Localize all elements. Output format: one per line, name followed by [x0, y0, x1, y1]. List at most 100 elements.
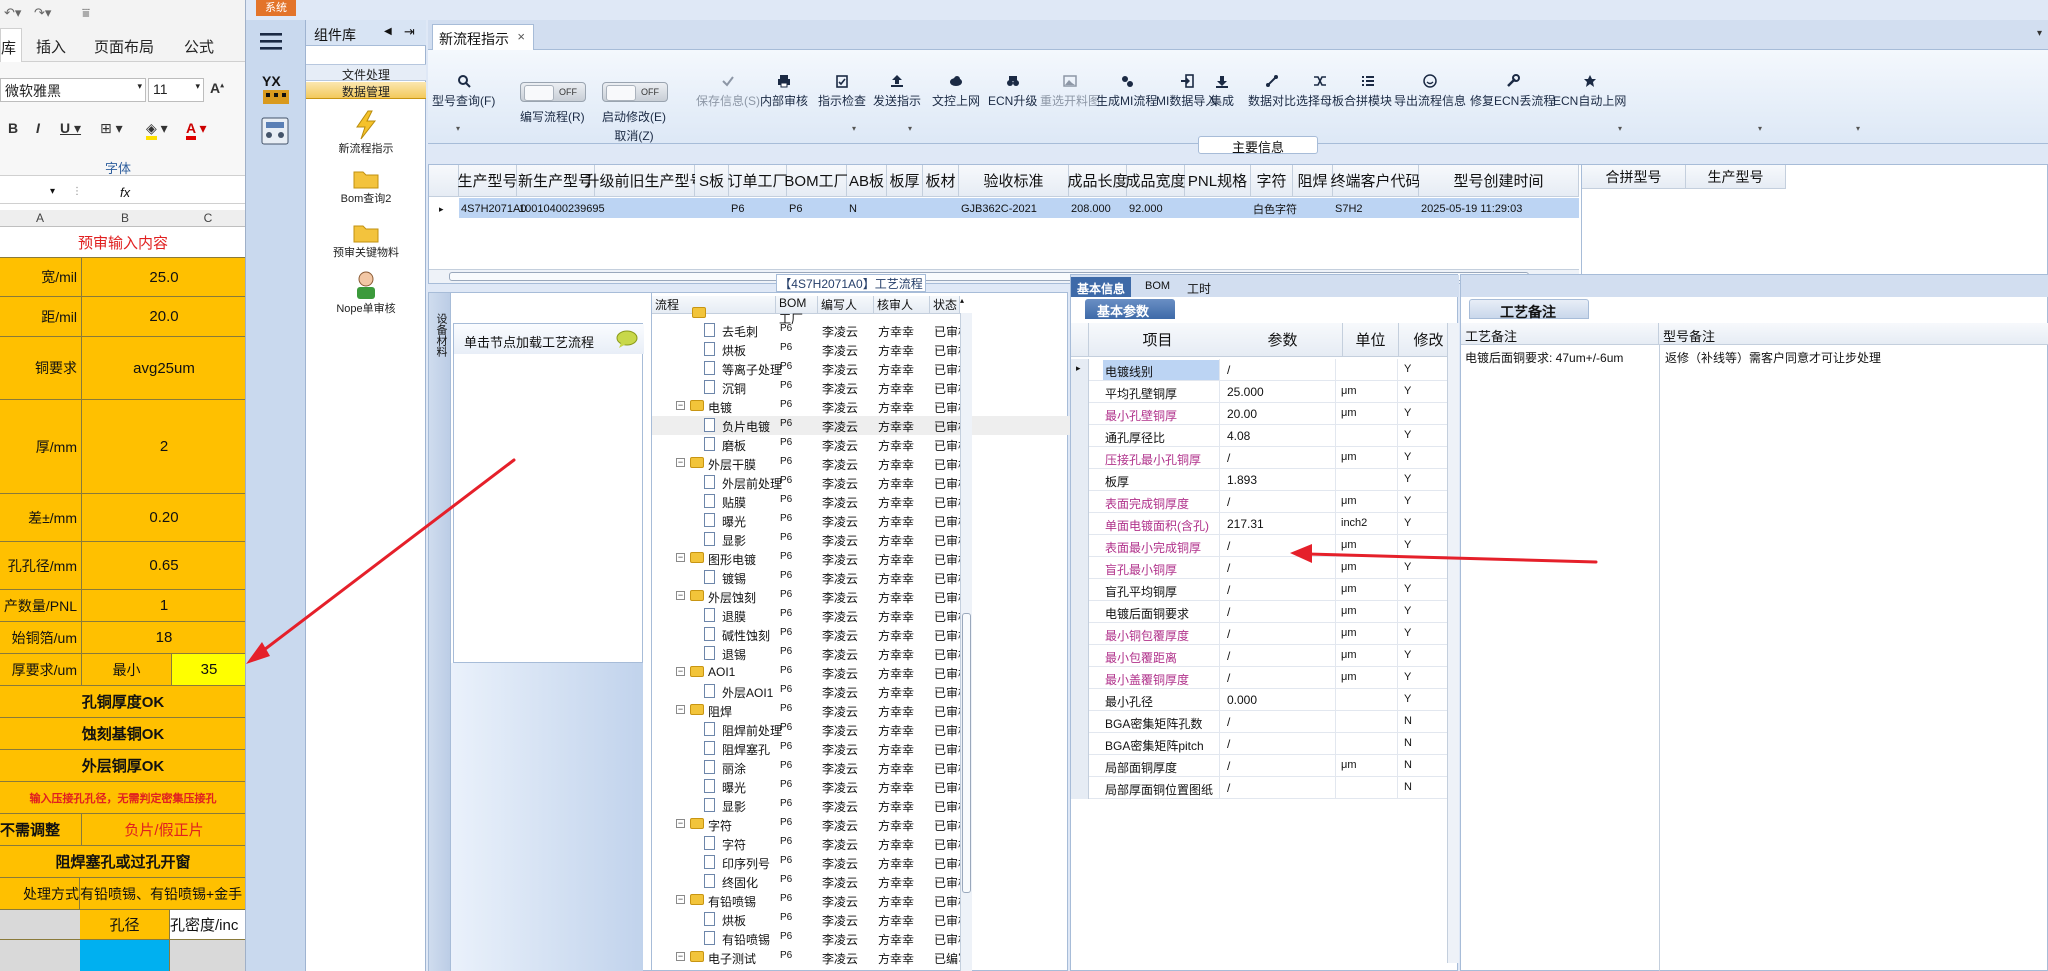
param-row[interactable]: 平均孔壁铜厚 25.000 μm Y — [1071, 381, 1459, 403]
grid-cell[interactable]: P6 — [729, 199, 787, 219]
chevron-down-icon[interactable]: ▾ — [1618, 124, 1622, 133]
grid-col-header[interactable]: 新生产型号 — [517, 165, 595, 197]
grid-cell[interactable]: 208.000 — [1069, 199, 1127, 219]
collapse-icon[interactable]: − — [676, 952, 685, 961]
grid-cell[interactable] — [923, 199, 959, 219]
warning-cell[interactable]: 输入压接孔孔径，无需判定密集压接孔 — [0, 782, 245, 813]
cell-label[interactable]: 孔孔径/mm — [0, 542, 82, 589]
toolbar-button[interactable]: 合拼模块 — [1344, 74, 1392, 109]
tab-bom[interactable]: BOM — [1139, 277, 1176, 297]
scroll-thumb[interactable] — [962, 613, 971, 893]
tree-row[interactable]: 有铅喷锡 P6 李凌云 方幸幸 已审核 — [652, 929, 1070, 948]
tree-row[interactable]: − 电镀 P6 李凌云 方幸幸 已审核 — [652, 397, 1070, 416]
column-header-c[interactable]: C — [170, 211, 245, 225]
grid-col-header[interactable]: 阻焊 — [1293, 165, 1333, 197]
tab-new-flow[interactable]: 新流程指示 × — [432, 24, 534, 50]
undo-icon[interactable]: ↶▾ — [4, 5, 21, 21]
tree-col-header[interactable]: 状态 — [930, 296, 960, 314]
toolbar-button[interactable]: ECN自动上网 — [1553, 74, 1626, 109]
tab-home[interactable]: 库 — [0, 28, 22, 62]
grid-col-header[interactable]: S板 — [695, 165, 729, 197]
collapse-icon[interactable]: − — [676, 819, 685, 828]
calculator-icon[interactable] — [260, 116, 290, 146]
param-col-header[interactable]: 参数 — [1223, 323, 1343, 357]
param-row[interactable]: 最小孔壁铜厚 20.00 μm Y — [1071, 403, 1459, 425]
grid-col-header[interactable]: 板材 — [923, 165, 959, 197]
chevron-down-icon[interactable]: ▾ — [908, 124, 912, 133]
grid-cell[interactable]: P6 — [787, 199, 847, 219]
collapse-left-icon[interactable]: ◀ — [384, 26, 392, 37]
process-label-cell[interactable]: 处理方式 — [0, 878, 80, 909]
load-flow-box[interactable]: 单击节点加载工艺流程 — [453, 323, 644, 663]
tree-row[interactable]: − 有铅喷锡 P6 李凌云 方幸幸 已审核 — [652, 891, 1070, 910]
grid-cell[interactable] — [887, 199, 923, 219]
toolbar-button[interactable]: 编写流程(R) — [520, 108, 585, 125]
param-row[interactable]: BGA密集矩阵pitch / N — [1071, 733, 1459, 755]
grow-font-button[interactable]: A▴ — [210, 80, 224, 96]
param-row[interactable]: 最小孔径 0.000 Y — [1071, 689, 1459, 711]
cell-value[interactable]: 1 — [82, 590, 245, 621]
yx-logo-icon[interactable]: YX — [260, 72, 292, 106]
param-col-header[interactable]: 单位 — [1343, 323, 1399, 357]
chevron-down-icon[interactable]: ▾ — [1758, 124, 1762, 133]
chevron-down-icon[interactable]: ▾ — [852, 124, 856, 133]
toggle-switch[interactable]: OFF — [602, 82, 668, 102]
toolbar-button[interactable]: 文控上网 — [932, 74, 980, 109]
cell-label[interactable]: 产数量/PNL — [0, 590, 82, 621]
grid-cell[interactable]: 4S7H2071A0 — [459, 199, 526, 219]
font-name-select[interactable]: 微软雅黑 ▾ — [0, 78, 146, 102]
cell-label[interactable]: 厚要求/um — [0, 654, 82, 685]
tree-row[interactable]: 烘板 P6 李凌云 方幸幸 已审核 — [652, 340, 1070, 359]
font-color-icon[interactable]: A ▾ — [186, 120, 207, 140]
grid-col-header[interactable]: 生产型号 — [458, 165, 518, 197]
grid-col-header[interactable]: BOM工厂 — [784, 165, 849, 197]
grid-col-header[interactable]: AB板 — [847, 165, 887, 197]
tab-basic-info[interactable]: 基本信息 — [1071, 277, 1132, 297]
param-row[interactable]: 电镀后面铜要求 / μm Y — [1071, 601, 1459, 623]
grid-cell[interactable]: 2025-05-19 11:29:03 — [1419, 199, 1579, 219]
grid-col-header[interactable]: 验收标准 — [959, 165, 1069, 197]
adjust-right-cell[interactable]: 负片/假正片 — [82, 814, 245, 845]
param-row[interactable]: 表面完成铜厚度 / μm Y — [1071, 491, 1459, 513]
cell-value-highlight[interactable]: 35 — [172, 654, 245, 685]
status-cell[interactable]: 孔铜厚度OK — [0, 686, 245, 717]
border-icon[interactable]: ⊞ ▾ — [100, 120, 123, 137]
tree-row[interactable]: 印序列号 P6 李凌云 方幸幸 已审核 — [652, 853, 1070, 872]
bold-button[interactable]: B — [8, 120, 18, 136]
cell-label[interactable]: 差±/mm — [0, 494, 82, 541]
tab-formulas[interactable]: 公式 — [184, 36, 214, 57]
merge-col-header[interactable]: 生产型号 — [1686, 165, 1786, 189]
adjust-left-cell[interactable]: 不需调整 — [0, 814, 82, 845]
cell-value[interactable]: 25.0 — [82, 258, 245, 296]
cell-value[interactable]: 0.20 — [82, 494, 245, 541]
remark-tab[interactable]: 工艺备注 — [1469, 299, 1589, 320]
collapse-icon[interactable]: − — [676, 667, 685, 676]
tree-row[interactable]: − AOI1 P6 李凌云 方幸幸 已审核 — [652, 663, 1070, 682]
param-row[interactable]: 压接孔最小孔铜厚 / μm Y — [1071, 447, 1459, 469]
grid-cell[interactable]: 10010400239695 — [517, 199, 605, 219]
collapse-icon[interactable]: − — [676, 895, 685, 904]
tree-vscrollbar[interactable] — [960, 313, 972, 971]
tree-row[interactable]: − 外层干膜 P6 李凌云 方幸幸 已审核 — [652, 454, 1070, 473]
column-header-b[interactable]: B — [80, 211, 170, 225]
system-tab[interactable]: 系统 — [256, 0, 296, 16]
grid-cell[interactable]: GJB362C-2021 — [959, 199, 1069, 219]
cell-label[interactable]: 厚/mm — [0, 400, 82, 493]
basic-params-tab[interactable]: 基本参数 — [1085, 299, 1175, 319]
tab-list-icon[interactable]: ▾ — [2037, 28, 2042, 39]
tree-row[interactable]: − 外层蚀刻 P6 李凌云 方幸幸 已审核 — [652, 587, 1070, 606]
grid-col-header[interactable]: 成品长度 — [1068, 165, 1128, 197]
tree-row[interactable]: 退锡 P6 李凌云 方幸幸 已审核 — [652, 644, 1070, 663]
cell-value[interactable]: avg25um — [82, 337, 245, 399]
chevron-down-icon[interactable]: ▾ — [456, 124, 460, 133]
param-row[interactable]: 单面电镀面积(含孔) 217.31 inch2 Y — [1071, 513, 1459, 535]
tree-row[interactable]: 显影 P6 李凌云 方幸幸 已审核 — [652, 796, 1070, 815]
lib-item-key-material[interactable]: 预审关键物料 — [306, 220, 426, 260]
grid-cell[interactable]: 92.000 — [1127, 199, 1185, 219]
redo-icon[interactable]: ↷▾ — [34, 5, 51, 21]
cell-value[interactable]: 18 — [82, 622, 245, 653]
cell-label[interactable]: 铜要求 — [0, 337, 82, 399]
grid-cell[interactable] — [1185, 199, 1251, 219]
toolbar-button[interactable]: 集成 — [1210, 74, 1234, 109]
solder-cell[interactable]: 阻焊塞孔或过孔开窗 — [0, 846, 245, 877]
